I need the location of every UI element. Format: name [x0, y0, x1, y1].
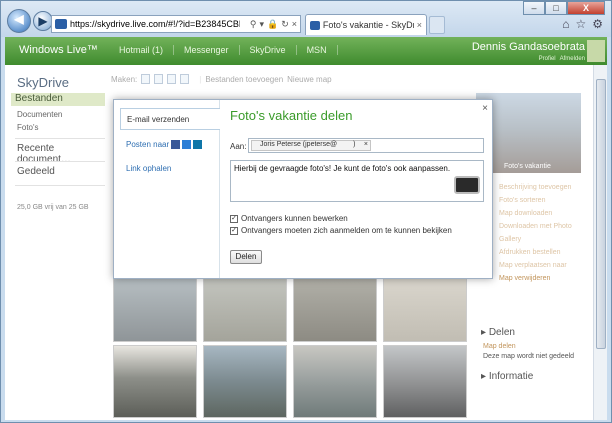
menu-post-to[interactable]: Posten naar [126, 140, 203, 149]
browser-window: ◀ ▶ https://skydrive.live.com/#!/?id=B23… [0, 0, 612, 423]
divider [15, 185, 105, 186]
dialog-title: Foto's vakantie delen [230, 108, 353, 123]
sidebar-title[interactable]: SkyDrive [17, 75, 69, 90]
back-button[interactable]: ◀ [7, 9, 31, 33]
photo-grid [109, 269, 469, 420]
checkbox-require-signin-box[interactable]: ✓ [230, 226, 238, 235]
nav-msn[interactable]: MSN [297, 45, 338, 55]
recipients-field[interactable]: Joris Peterse (jpeterse@ ) × [248, 138, 484, 153]
photo-thumbnail[interactable] [203, 345, 287, 418]
sidebar-item-bestanden[interactable]: Bestanden [11, 93, 105, 106]
sidebar-item-shared[interactable]: Gedeeld [17, 166, 55, 177]
menu-send-email[interactable]: E-mail verzenden [120, 108, 220, 130]
messenger-icon[interactable] [182, 140, 192, 149]
header-nav: Hotmail (1) Messenger SkyDrive MSN [109, 45, 338, 55]
signout-link[interactable]: Afmelden [560, 56, 585, 62]
message-textarea[interactable]: Hierbij de gevraagde foto's! Je kunt de … [230, 160, 484, 202]
favorites-icon[interactable]: ☆ [575, 17, 586, 31]
scrollbar-thumb[interactable] [596, 79, 606, 349]
photo-thumbnail[interactable] [113, 269, 197, 342]
sidebar-item-fotos[interactable]: Foto's [17, 123, 39, 132]
windows-live-header: Windows Live™ Hotmail (1) Messenger SkyD… [5, 37, 607, 65]
divider [15, 138, 105, 139]
tab-close-icon[interactable]: × [417, 20, 422, 30]
nav-hotmail[interactable]: Hotmail (1) [109, 45, 175, 55]
remove-recipient-icon[interactable]: × [364, 141, 368, 148]
user-name[interactable]: Dennis Gandasoebrata [472, 41, 585, 53]
left-sidebar: SkyDrive Bestanden Documenten Foto's Rec… [5, 65, 109, 420]
sidebar-item-documenten[interactable]: Documenten [17, 110, 62, 119]
facebook-icon[interactable] [171, 140, 181, 149]
address-url[interactable]: https://skydrive.live.com/#!/?id=B23845C… [70, 19, 240, 29]
close-button[interactable]: X [567, 1, 605, 15]
window-controls: – □ X [523, 1, 605, 15]
divider [15, 161, 105, 162]
page-scrollbar[interactable] [593, 65, 607, 420]
photo-thumbnail[interactable] [293, 269, 377, 342]
lock-icon[interactable]: 🔒 [267, 19, 278, 30]
new-tab-button[interactable] [429, 16, 445, 34]
share-status: Deze map wordt niet gedeeld [483, 353, 575, 360]
action-delete-folder[interactable]: Map verwijderen [499, 272, 593, 285]
keyboard-icon[interactable] [454, 176, 480, 194]
page-viewport: Windows Live™ Hotmail (1) Messenger SkyD… [5, 37, 607, 420]
nav-skydrive[interactable]: SkyDrive [240, 45, 297, 55]
maximize-button[interactable]: □ [545, 1, 567, 15]
refresh-icon[interactable]: ↻ [281, 19, 289, 30]
gear-icon[interactable]: ⚙ [592, 17, 603, 31]
search-icon[interactable]: ⚲ [250, 19, 257, 30]
browser-tools: ⌂ ☆ ⚙ [562, 17, 603, 31]
checkbox-can-edit[interactable]: ✓ Ontvangers kunnen bewerken [230, 214, 348, 223]
dialog-close-icon[interactable]: × [482, 103, 488, 114]
site-favicon-icon [55, 19, 67, 29]
share-section-header[interactable]: ▸ Delen [481, 327, 515, 338]
share-folder-link[interactable]: Map delen [483, 343, 516, 350]
share-method-menu: E-mail verzenden Posten naar Link ophale… [114, 100, 220, 278]
minimize-button[interactable]: – [523, 1, 545, 15]
address-tools: ⚲ ▾ 🔒 ↻ × [250, 19, 300, 30]
storage-quota: 25,0 GB vrij van 25 GB [17, 204, 89, 211]
home-icon[interactable]: ⌂ [562, 17, 569, 31]
photo-thumbnail[interactable] [293, 345, 377, 418]
avatar[interactable] [587, 40, 605, 62]
user-links: Profiel Afmelden [539, 56, 585, 62]
browser-titlebar: ◀ ▶ https://skydrive.live.com/#!/?id=B23… [1, 1, 611, 37]
tab-title: Foto's vakantie - SkyDrive [322, 20, 414, 30]
dropdown-icon[interactable]: ▾ [259, 19, 264, 30]
photo-thumbnail[interactable] [383, 269, 467, 342]
windows-live-logo[interactable]: Windows Live™ [19, 44, 98, 56]
recipient-chip[interactable]: Joris Peterse (jpeterse@ ) × [251, 140, 371, 151]
share-button[interactable]: Delen [230, 250, 262, 264]
forward-button[interactable]: ▶ [33, 11, 53, 31]
checkbox-require-signin[interactable]: ✓ Ontvangers moeten zich aanmelden om te… [230, 226, 452, 235]
tab-favicon-icon [310, 20, 320, 30]
address-bar[interactable]: https://skydrive.live.com/#!/?id=B23845C… [51, 15, 301, 33]
stop-icon[interactable]: × [292, 19, 297, 30]
to-label: Aan: [230, 142, 247, 151]
share-dialog: E-mail verzenden Posten naar Link ophale… [113, 99, 493, 279]
photo-thumbnail[interactable] [113, 345, 197, 418]
photo-thumbnail[interactable] [203, 269, 287, 342]
browser-tab[interactable]: Foto's vakantie - SkyDrive × [305, 14, 427, 35]
nav-messenger[interactable]: Messenger [174, 45, 240, 55]
info-section-header[interactable]: ▸ Informatie [481, 371, 533, 382]
checkbox-can-edit-box[interactable]: ✓ [230, 214, 238, 223]
menu-get-link[interactable]: Link ophalen [126, 164, 171, 173]
photo-thumbnail[interactable] [383, 345, 467, 418]
linkedin-icon[interactable] [193, 140, 203, 149]
profile-link[interactable]: Profiel [539, 56, 556, 62]
